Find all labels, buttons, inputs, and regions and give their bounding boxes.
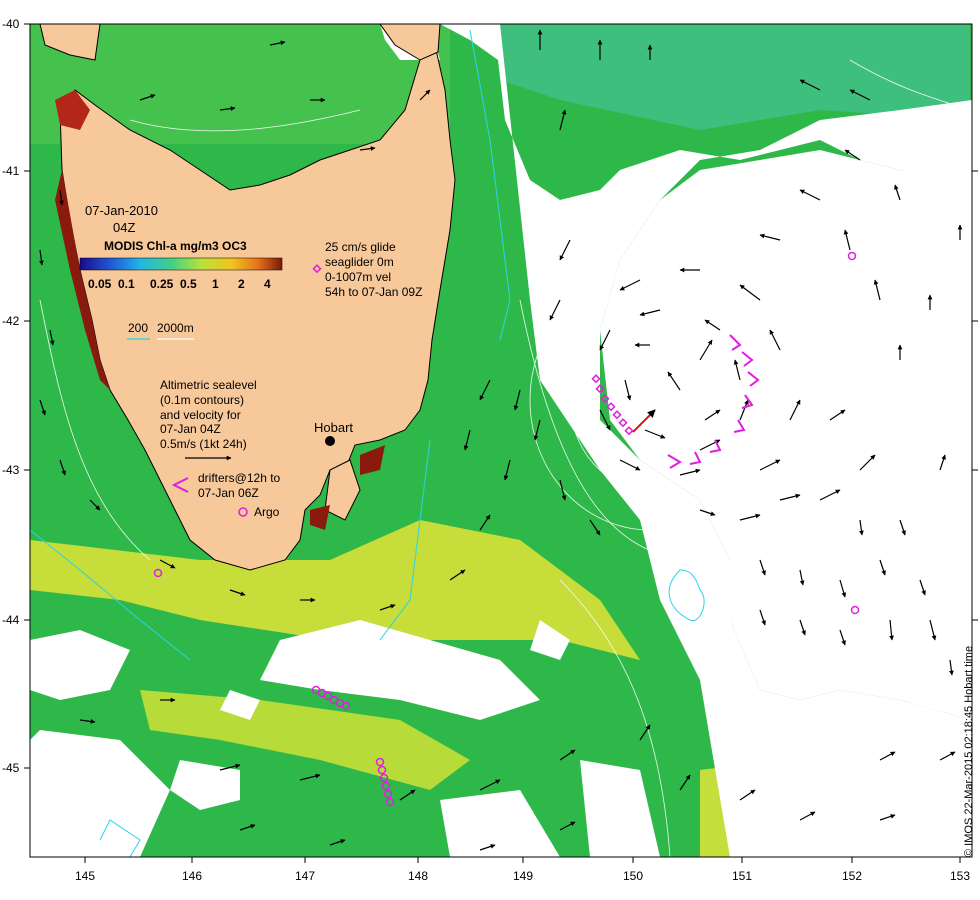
chl-tick-label: 0.5: [180, 277, 197, 291]
lat-label: -42: [2, 314, 20, 328]
lon-label: 146: [182, 869, 202, 883]
chl-tick-label: 2: [238, 277, 245, 291]
lon-label: 153: [950, 869, 970, 883]
lon-label: 151: [732, 869, 752, 883]
glider-note-line: 54h to 07-Jan 09Z: [325, 285, 422, 299]
drifters-note-line: 07-Jan 06Z: [198, 486, 259, 500]
lon-label: 145: [75, 869, 95, 883]
map-figure: 145 146 147 148 149 150 151 152 153 -40 …: [2, 17, 978, 883]
chl-tick-label: 4: [264, 277, 271, 291]
sealevel-note-line: Altimetric sealevel: [160, 378, 257, 392]
drifters-note-line: drifters@12h to: [198, 471, 281, 485]
chl-tick-label: 1: [212, 277, 219, 291]
argo-label: Argo: [254, 505, 280, 519]
chl-tick-label: 0.25: [150, 277, 174, 291]
lon-label: 148: [408, 869, 428, 883]
sealevel-note-line: and velocity for: [160, 408, 241, 422]
chl-legend-title: MODIS Chl-a mg/m3 OC3: [104, 239, 247, 253]
chl-tick-label: 0.05: [88, 277, 112, 291]
lon-label: 149: [513, 869, 533, 883]
chl-colorbar: [79, 257, 283, 271]
lon-label: 150: [623, 869, 643, 883]
longitude-labels: 145 146 147 148 149 150 151 152 153: [75, 869, 970, 883]
latitude-labels: -40 -41 -42 -43 -44 -45: [2, 17, 20, 775]
lat-label: -44: [2, 613, 20, 627]
map-date: 07-Jan-2010: [85, 203, 158, 218]
lon-label: 152: [842, 869, 862, 883]
glider-note-line: 25 cm/s glide: [325, 240, 396, 254]
sealevel-note-line: 0.5m/s (1kt 24h): [160, 437, 247, 451]
hobart-marker: [325, 436, 335, 446]
lat-label: -40: [2, 17, 20, 31]
glider-note-line: seaglider 0m: [325, 255, 394, 269]
lat-label: -43: [2, 463, 20, 477]
glider-note-line: 0-1007m vel: [325, 270, 391, 284]
chl-tick-label: 0.1: [118, 277, 135, 291]
hobart-label: Hobart: [314, 420, 353, 435]
lon-label: 147: [295, 869, 315, 883]
lat-label: -41: [2, 164, 20, 178]
lat-label: -45: [2, 761, 20, 775]
credit-text: © IMOS 22-Mar-2015 02:18:45 Hobart time: [963, 646, 975, 857]
depth-legend-2000: 2000m: [157, 321, 194, 335]
sealevel-note-line: (0.1m contours): [160, 393, 244, 407]
map-time: 04Z: [113, 220, 135, 235]
sealevel-note-line: 07-Jan 04Z: [160, 422, 221, 436]
depth-legend-200: 200: [128, 321, 148, 335]
